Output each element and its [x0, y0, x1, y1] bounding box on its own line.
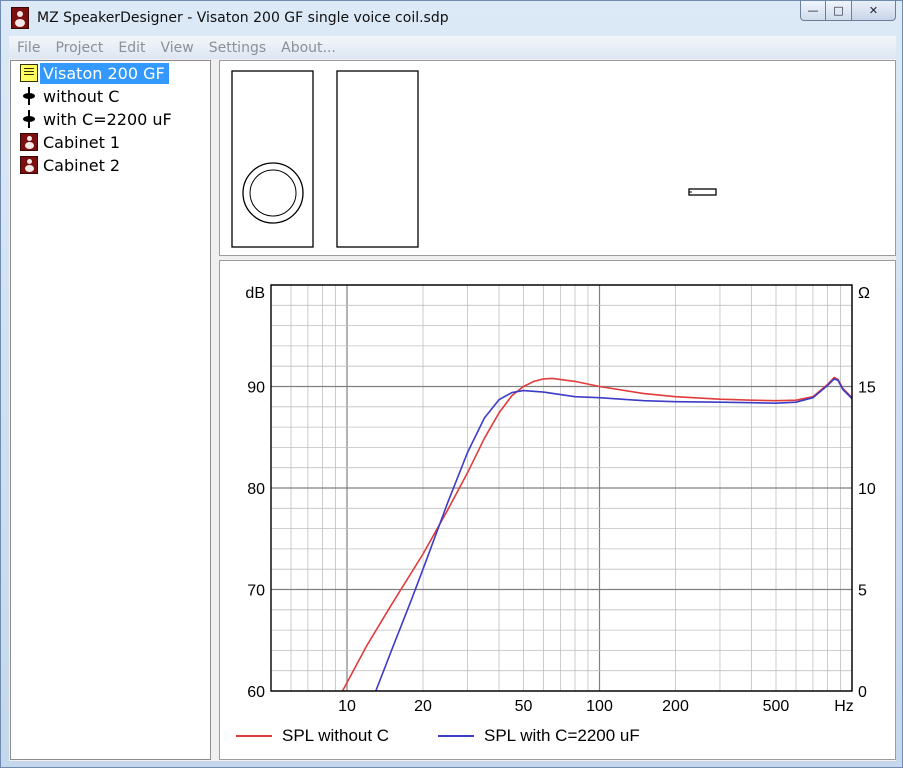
speaker-app-icon[interactable] [11, 7, 29, 29]
minimize-button[interactable]: — [800, 1, 826, 21]
x-tick-label: 20 [414, 698, 432, 715]
series-line-with-c [375, 378, 852, 691]
cabinet-front-view [231, 70, 314, 248]
y2-tick-label: 5 [858, 583, 867, 600]
legend-entry-without-c: SPL without C [236, 724, 389, 748]
app-window: MZ SpeakerDesigner - Visaton 200 GF sing… [0, 0, 903, 768]
y-tick-label: 70 [247, 583, 265, 600]
tree-item-label: with C=2200 uF [43, 109, 172, 129]
menu-file[interactable]: File [10, 40, 47, 56]
cabinet-side-view [336, 70, 419, 248]
window-title: MZ SpeakerDesigner - Visaton 200 GF sing… [37, 10, 449, 26]
filter-node-icon [20, 87, 38, 105]
cabinet-icon [20, 156, 38, 174]
menu-project[interactable]: Project [48, 40, 110, 56]
tree-item-cabinet-2[interactable]: Cabinet 2 [11, 154, 210, 176]
frequency-response-panel[interactable]: 60 70 80 90 0 5 10 15 10 20 50 100 200 500 dB Ω Hz SPL w… [219, 260, 896, 760]
y2-axis-label: Ω [858, 285, 870, 302]
x-tick-label: 500 [763, 698, 790, 715]
window-controls: — □ ✕ [800, 1, 896, 21]
series-group [341, 376, 852, 691]
chart-legend: SPL without C SPL with C=2200 uF [236, 724, 836, 748]
driver-outer-ring [242, 162, 304, 224]
x-axis-unit-label: Hz [834, 698, 854, 715]
tree-item-filter-without-c[interactable]: without C [11, 85, 210, 107]
menu-about[interactable]: About... [274, 40, 343, 56]
menu-view[interactable]: View [153, 40, 200, 56]
legend-label-with-c: SPL with C=2200 uF [484, 726, 640, 745]
y-tick-label: 80 [247, 481, 265, 498]
menu-edit[interactable]: Edit [111, 40, 152, 56]
tree-item-label: Cabinet 1 [43, 132, 121, 152]
legend-swatch-blue [438, 735, 474, 737]
tree-item-cabinet-1[interactable]: Cabinet 1 [11, 131, 210, 153]
tree-item-label: Visaton 200 GF [40, 62, 169, 84]
y-tick-label: 60 [247, 684, 265, 701]
close-button[interactable]: ✕ [852, 1, 896, 21]
cabinet-sketch [231, 70, 717, 248]
tree-item-driver[interactable]: Visaton 200 GF [11, 62, 210, 84]
cabinet-icon [20, 133, 38, 151]
y2-tick-label: 10 [858, 481, 876, 498]
spl-chart: 60 70 80 90 0 5 10 15 10 20 50 100 200 500 dB Ω Hz [245, 284, 876, 715]
driver-cone [249, 169, 297, 217]
driver-document-icon [20, 64, 38, 82]
title-bar[interactable]: MZ SpeakerDesigner - Visaton 200 GF sing… [1, 1, 902, 35]
legend-swatch-red [236, 735, 272, 737]
port-view [688, 188, 717, 196]
client-area: Visaton 200 GF without C with C=2200 uF … [9, 59, 896, 761]
filter-node-icon [20, 110, 38, 128]
menu-bar: File Project Edit View Settings About... [9, 36, 896, 59]
cabinet-sketch-panel[interactable] [219, 60, 896, 256]
tree-item-label: without C [43, 86, 120, 106]
y2-tick-label: 15 [858, 380, 876, 397]
y-tick-label: 90 [247, 380, 265, 397]
tree-item-label: Cabinet 2 [43, 155, 121, 175]
series-line-without-c [341, 376, 852, 691]
tree-item-filter-with-c[interactable]: with C=2200 uF [11, 108, 210, 130]
x-tick-label: 50 [515, 698, 533, 715]
maximize-button[interactable]: □ [826, 1, 852, 21]
menu-settings[interactable]: Settings [202, 40, 273, 56]
y2-tick-label: 0 [858, 684, 867, 701]
x-tick-label: 200 [662, 698, 689, 715]
x-tick-label: 10 [338, 698, 356, 715]
legend-label-without-c: SPL without C [282, 726, 390, 745]
y-axis-label: dB [245, 285, 265, 302]
legend-entry-with-c: SPL with C=2200 uF [438, 724, 640, 748]
x-tick-label: 100 [586, 698, 613, 715]
project-tree[interactable]: Visaton 200 GF without C with C=2200 uF … [10, 60, 211, 760]
